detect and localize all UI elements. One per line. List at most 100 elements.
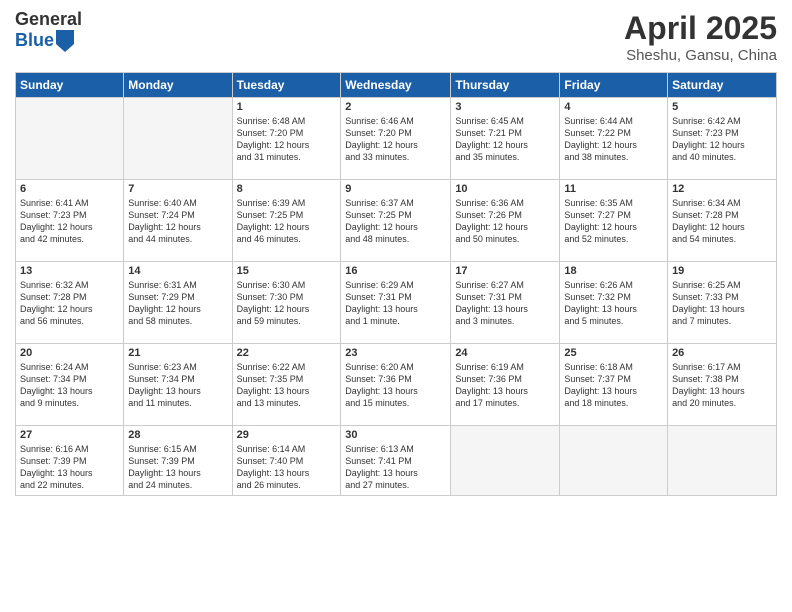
day-info: Sunrise: 6:37 AM Sunset: 7:25 PM Dayligh…: [345, 197, 446, 246]
day-number: 7: [128, 183, 227, 195]
day-info: Sunrise: 6:35 AM Sunset: 7:27 PM Dayligh…: [564, 197, 663, 246]
day-info: Sunrise: 6:16 AM Sunset: 7:39 PM Dayligh…: [20, 443, 119, 492]
day-number: 26: [672, 347, 772, 359]
calendar-cell: 6 Sunrise: 6:41 AM Sunset: 7:23 PM Daylig…: [16, 180, 124, 262]
day-info: Sunrise: 6:45 AM Sunset: 7:21 PM Dayligh…: [455, 115, 555, 164]
calendar-week-1: 6 Sunrise: 6:41 AM Sunset: 7:23 PM Daylig…: [16, 180, 777, 262]
day-info: Sunrise: 6:32 AM Sunset: 7:28 PM Dayligh…: [20, 279, 119, 328]
day-info: Sunrise: 6:31 AM Sunset: 7:29 PM Dayligh…: [128, 279, 227, 328]
day-number: 5: [672, 101, 772, 113]
calendar-cell: 11Sunrise: 6:35 AM Sunset: 7:27 PM Dayli…: [560, 180, 668, 262]
calendar-cell: 10 Sunrise: 6:36 AM Sunset: 7:26 PM Dayli…: [451, 180, 560, 262]
day-info: Sunrise: 6:24 AM Sunset: 7:34 PM Dayligh…: [20, 361, 119, 410]
logo-icon: [56, 30, 74, 52]
day-info: Sunrise: 6:48 AM Sunset: 7:20 PM Dayligh…: [237, 115, 337, 164]
day-number: 25: [564, 347, 663, 359]
day-number: 6: [20, 183, 119, 195]
calendar-cell: 18 Sunrise: 6:26 AM Sunset: 7:32 PM Dayli…: [560, 262, 668, 344]
calendar-cell: 5 Sunrise: 6:42 AM Sunset: 7:23 PM Daylig…: [668, 98, 777, 180]
day-info: Sunrise: 6:14 AM Sunset: 7:40 PM Dayligh…: [237, 443, 337, 492]
calendar-week-0: 1 Sunrise: 6:48 AM Sunset: 7:20 PM Daylig…: [16, 98, 777, 180]
calendar-cell: 30Sunrise: 6:13 AM Sunset: 7:41 PM Dayli…: [341, 426, 451, 496]
title-month: April 2025: [624, 10, 777, 47]
day-info: Sunrise: 6:15 AM Sunset: 7:39 PM Dayligh…: [128, 443, 227, 492]
day-info: Sunrise: 6:26 AM Sunset: 7:32 PM Dayligh…: [564, 279, 663, 328]
day-info: Sunrise: 6:30 AM Sunset: 7:30 PM Dayligh…: [237, 279, 337, 328]
day-info: Sunrise: 6:19 AM Sunset: 7:36 PM Dayligh…: [455, 361, 555, 410]
day-number: 3: [455, 101, 555, 113]
logo: General Blue: [15, 10, 82, 52]
day-info: Sunrise: 6:36 AM Sunset: 7:26 PM Dayligh…: [455, 197, 555, 246]
title-block: April 2025 Sheshu, Gansu, China: [624, 10, 777, 64]
day-number: 13: [20, 265, 119, 277]
day-info: Sunrise: 6:41 AM Sunset: 7:23 PM Dayligh…: [20, 197, 119, 246]
page: General Blue April 2025 Sheshu, Gansu, C…: [0, 0, 792, 612]
calendar-cell: 22Sunrise: 6:22 AM Sunset: 7:35 PM Dayli…: [232, 344, 341, 426]
calendar-week-4: 27 Sunrise: 6:16 AM Sunset: 7:39 PM Dayli…: [16, 426, 777, 496]
calendar-cell: 20Sunrise: 6:24 AM Sunset: 7:34 PM Dayli…: [16, 344, 124, 426]
col-monday: Monday: [124, 73, 232, 98]
calendar-cell: 9Sunrise: 6:37 AM Sunset: 7:25 PM Daylig…: [341, 180, 451, 262]
day-number: 17: [455, 265, 555, 277]
calendar-cell: 29 Sunrise: 6:14 AM Sunset: 7:40 PM Dayli…: [232, 426, 341, 496]
logo-blue-text: Blue: [15, 31, 54, 51]
day-number: 2: [345, 101, 446, 113]
calendar-week-3: 20Sunrise: 6:24 AM Sunset: 7:34 PM Dayli…: [16, 344, 777, 426]
calendar-cell: 21 Sunrise: 6:23 AM Sunset: 7:34 PM Dayli…: [124, 344, 232, 426]
day-info: Sunrise: 6:29 AM Sunset: 7:31 PM Dayligh…: [345, 279, 446, 328]
calendar-cell: [124, 98, 232, 180]
day-number: 23: [345, 347, 446, 359]
col-saturday: Saturday: [668, 73, 777, 98]
day-number: 27: [20, 429, 119, 441]
calendar-cell: 24 Sunrise: 6:19 AM Sunset: 7:36 PM Dayli…: [451, 344, 560, 426]
day-number: 14: [128, 265, 227, 277]
day-number: 18: [564, 265, 663, 277]
day-info: Sunrise: 6:20 AM Sunset: 7:36 PM Dayligh…: [345, 361, 446, 410]
day-info: Sunrise: 6:18 AM Sunset: 7:37 PM Dayligh…: [564, 361, 663, 410]
calendar-cell: 19 Sunrise: 6:25 AM Sunset: 7:33 PM Dayli…: [668, 262, 777, 344]
calendar-cell: 28 Sunrise: 6:15 AM Sunset: 7:39 PM Dayli…: [124, 426, 232, 496]
day-number: 29: [237, 429, 337, 441]
day-number: 19: [672, 265, 772, 277]
calendar-cell: 3 Sunrise: 6:45 AM Sunset: 7:21 PM Daylig…: [451, 98, 560, 180]
calendar: Sunday Monday Tuesday Wednesday Thursday…: [15, 72, 777, 496]
calendar-cell: 26 Sunrise: 6:17 AM Sunset: 7:38 PM Dayli…: [668, 344, 777, 426]
col-tuesday: Tuesday: [232, 73, 341, 98]
calendar-body: 1 Sunrise: 6:48 AM Sunset: 7:20 PM Daylig…: [16, 98, 777, 496]
header-row: Sunday Monday Tuesday Wednesday Thursday…: [16, 73, 777, 98]
day-info: Sunrise: 6:25 AM Sunset: 7:33 PM Dayligh…: [672, 279, 772, 328]
day-number: 1: [237, 101, 337, 113]
calendar-cell: 16 Sunrise: 6:29 AM Sunset: 7:31 PM Dayli…: [341, 262, 451, 344]
calendar-cell: 14 Sunrise: 6:31 AM Sunset: 7:29 PM Dayli…: [124, 262, 232, 344]
calendar-cell: [668, 426, 777, 496]
day-info: Sunrise: 6:39 AM Sunset: 7:25 PM Dayligh…: [237, 197, 337, 246]
day-number: 10: [455, 183, 555, 195]
col-sunday: Sunday: [16, 73, 124, 98]
calendar-cell: 15Sunrise: 6:30 AM Sunset: 7:30 PM Dayli…: [232, 262, 341, 344]
day-info: Sunrise: 6:23 AM Sunset: 7:34 PM Dayligh…: [128, 361, 227, 410]
day-number: 28: [128, 429, 227, 441]
calendar-cell: 12Sunrise: 6:34 AM Sunset: 7:28 PM Dayli…: [668, 180, 777, 262]
day-info: Sunrise: 6:44 AM Sunset: 7:22 PM Dayligh…: [564, 115, 663, 164]
day-info: Sunrise: 6:17 AM Sunset: 7:38 PM Dayligh…: [672, 361, 772, 410]
calendar-cell: 13 Sunrise: 6:32 AM Sunset: 7:28 PM Dayli…: [16, 262, 124, 344]
calendar-cell: 7 Sunrise: 6:40 AM Sunset: 7:24 PM Daylig…: [124, 180, 232, 262]
col-wednesday: Wednesday: [341, 73, 451, 98]
calendar-cell: [560, 426, 668, 496]
day-info: Sunrise: 6:46 AM Sunset: 7:20 PM Dayligh…: [345, 115, 446, 164]
calendar-cell: [16, 98, 124, 180]
calendar-cell: 8 Sunrise: 6:39 AM Sunset: 7:25 PM Daylig…: [232, 180, 341, 262]
day-number: 8: [237, 183, 337, 195]
day-number: 24: [455, 347, 555, 359]
day-number: 21: [128, 347, 227, 359]
day-number: 30: [345, 429, 446, 441]
day-info: Sunrise: 6:42 AM Sunset: 7:23 PM Dayligh…: [672, 115, 772, 164]
day-number: 16: [345, 265, 446, 277]
calendar-cell: 23 Sunrise: 6:20 AM Sunset: 7:36 PM Dayli…: [341, 344, 451, 426]
logo-general-text: General: [15, 10, 82, 30]
day-info: Sunrise: 6:40 AM Sunset: 7:24 PM Dayligh…: [128, 197, 227, 246]
calendar-cell: 17 Sunrise: 6:27 AM Sunset: 7:31 PM Dayli…: [451, 262, 560, 344]
calendar-cell: 1 Sunrise: 6:48 AM Sunset: 7:20 PM Daylig…: [232, 98, 341, 180]
day-info: Sunrise: 6:27 AM Sunset: 7:31 PM Dayligh…: [455, 279, 555, 328]
header: General Blue April 2025 Sheshu, Gansu, C…: [15, 10, 777, 64]
